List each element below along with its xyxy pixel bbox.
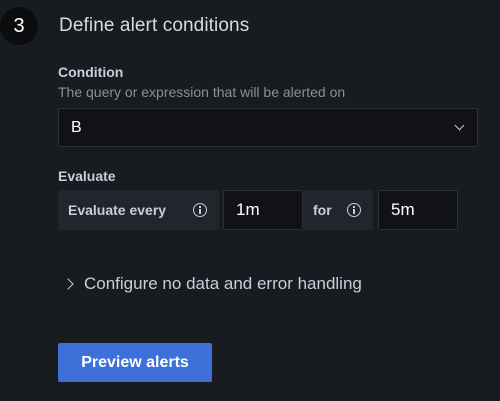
for-label-box: for xyxy=(303,190,373,230)
evaluate-every-label: Evaluate every xyxy=(68,202,167,218)
condition-select-value: B xyxy=(71,118,82,136)
condition-select[interactable]: B xyxy=(58,108,478,147)
alert-conditions-panel: 3 Define alert conditions Condition The … xyxy=(0,0,500,401)
condition-label: Condition xyxy=(58,64,124,80)
no-data-error-handling-toggle[interactable]: Configure no data and error handling xyxy=(62,274,362,294)
evaluate-label: Evaluate xyxy=(58,168,116,184)
evaluate-every-label-box: Evaluate every xyxy=(58,190,219,230)
step-number-badge: 3 xyxy=(0,7,38,45)
for-label: for xyxy=(313,202,332,218)
info-icon[interactable] xyxy=(193,203,207,217)
no-data-error-handling-label: Configure no data and error handling xyxy=(84,274,362,293)
chevron-down-icon xyxy=(454,120,465,131)
for-duration-input[interactable]: 5m xyxy=(378,190,458,230)
preview-alerts-button[interactable]: Preview alerts xyxy=(58,343,212,382)
condition-description: The query or expression that will be ale… xyxy=(58,84,346,100)
step-title: Define alert conditions xyxy=(59,15,250,36)
chevron-right-icon xyxy=(62,278,74,290)
info-icon[interactable] xyxy=(347,203,361,217)
evaluate-every-input[interactable]: 1m xyxy=(223,190,303,230)
